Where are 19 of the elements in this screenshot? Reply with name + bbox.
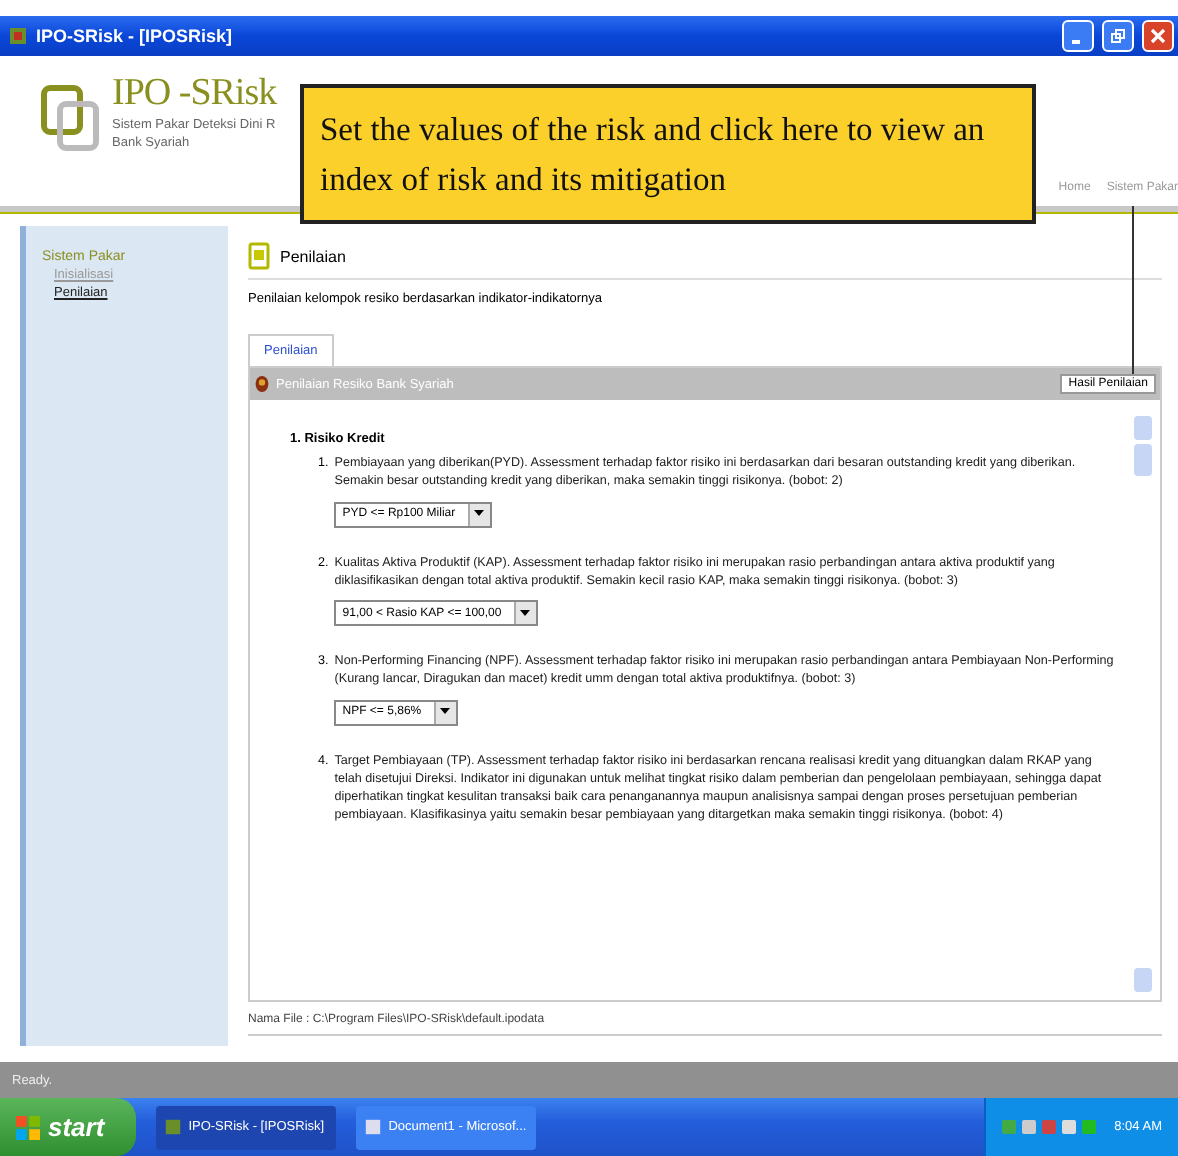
callout: Set the values of the risk and click here to view an index of risk and its mitigation [300, 84, 1036, 224]
minimize-button[interactable] [1062, 20, 1094, 52]
caret-icon [474, 510, 485, 518]
windows-icon [16, 1115, 40, 1139]
app-icon [164, 1118, 183, 1136]
close-icon [1150, 28, 1166, 44]
emblem-icon [254, 374, 270, 394]
logo-icon [40, 84, 100, 152]
caret-icon [520, 609, 531, 617]
close-button[interactable] [1142, 20, 1174, 52]
restore-button[interactable] [1102, 20, 1134, 52]
restore-icon [1110, 28, 1126, 44]
caret-icon [440, 708, 451, 716]
app-name: IPO -SRisk [112, 72, 277, 116]
document-icon [248, 242, 272, 270]
window-title: IPO-SRisk - [IPOSRisk] [36, 26, 235, 46]
app-icon [364, 1118, 383, 1136]
page-title: Penilaian [280, 247, 346, 265]
app-icon [8, 26, 28, 46]
